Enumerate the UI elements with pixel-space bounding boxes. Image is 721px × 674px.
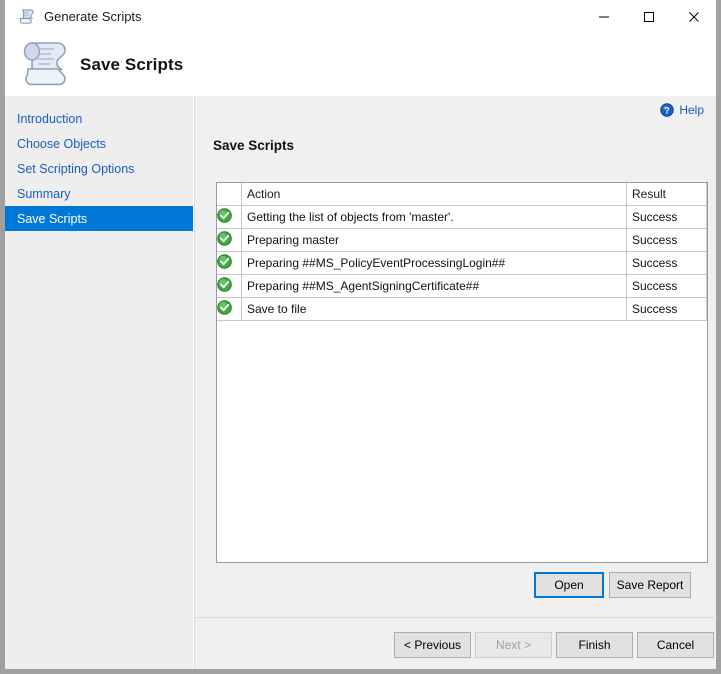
script-scroll-large-icon [16,37,74,93]
table-row[interactable]: Preparing ##MS_AgentSigningCertificate##… [217,275,707,298]
column-header-result[interactable]: Result [627,183,707,206]
wizard-sidebar: Introduction Choose Objects Set Scriptin… [5,96,193,669]
row-result-cell: Success [627,298,707,321]
open-button[interactable]: Open [534,572,604,598]
column-header-icon[interactable] [217,183,242,206]
sidebar-item-label: Choose Objects [17,137,106,151]
table-row[interactable]: Getting the list of objects from 'master… [217,206,707,229]
wizard-footer: < Previous Next > Finish Cancel [195,632,717,662]
row-status-cell [217,229,242,252]
table-body: Getting the list of objects from 'master… [217,206,707,321]
sidebar-item-introduction[interactable]: Introduction [5,106,193,131]
sidebar-item-save-scripts[interactable]: Save Scripts [5,206,193,231]
sidebar-item-choose-objects[interactable]: Choose Objects [5,131,193,156]
cancel-button[interactable]: Cancel [637,632,714,658]
column-header-action[interactable]: Action [242,183,627,206]
row-result-cell: Success [627,229,707,252]
table-row[interactable]: Save to file Success [217,298,707,321]
sidebar-item-label: Save Scripts [17,212,87,226]
sidebar-item-label: Set Scripting Options [17,162,134,176]
success-check-icon [217,304,232,318]
row-result-cell: Success [627,275,707,298]
row-result-cell: Success [627,252,707,275]
help-link[interactable]: ? Help [660,103,704,117]
maximize-button[interactable] [626,0,671,33]
next-button: Next > [475,632,552,658]
success-check-icon [217,281,232,295]
sidebar-item-label: Summary [17,187,70,201]
page-banner: Save Scripts [5,33,716,96]
table-row[interactable]: Preparing ##MS_PolicyEventProcessingLogi… [217,252,707,275]
row-status-cell [217,275,242,298]
generate-scripts-window: Generate Scripts [0,0,721,674]
row-action-cell: Save to file [242,298,627,321]
row-result-cell: Success [627,206,707,229]
table-header: Action Result [217,183,707,206]
success-check-icon [217,235,232,249]
svg-text:?: ? [665,105,671,115]
help-question-icon: ? [660,103,674,117]
help-label: Help [679,103,704,117]
title-bar: Generate Scripts [5,0,716,33]
results-table-container[interactable]: Action Result [216,182,708,563]
save-report-button[interactable]: Save Report [609,572,691,598]
content-pane: ? Help Save Scripts Action Result [194,96,716,669]
banner-title: Save Scripts [80,55,183,75]
finish-button[interactable]: Finish [556,632,633,658]
window-controls [581,0,716,33]
window-title: Generate Scripts [44,9,142,24]
sidebar-item-summary[interactable]: Summary [5,181,193,206]
page-title: Save Scripts [213,138,294,153]
row-action-cell: Preparing ##MS_PolicyEventProcessingLogi… [242,252,627,275]
results-table: Action Result [217,183,707,321]
sidebar-item-label: Introduction [17,112,82,126]
sidebar-spacer [5,96,193,106]
row-status-cell [217,298,242,321]
table-row[interactable]: Preparing master Success [217,229,707,252]
close-button[interactable] [671,0,716,33]
row-action-cell: Getting the list of objects from 'master… [242,206,627,229]
row-status-cell [217,252,242,275]
script-scroll-icon [18,8,35,25]
row-action-cell: Preparing master [242,229,627,252]
previous-button[interactable]: < Previous [394,632,471,658]
row-action-cell: Preparing ##MS_AgentSigningCertificate## [242,275,627,298]
minimize-button[interactable] [581,0,626,33]
success-check-icon [217,212,232,226]
success-check-icon [217,258,232,272]
row-status-cell [217,206,242,229]
footer-divider [195,617,717,618]
table-header-row: Action Result [217,183,707,206]
sidebar-item-set-scripting-options[interactable]: Set Scripting Options [5,156,193,181]
